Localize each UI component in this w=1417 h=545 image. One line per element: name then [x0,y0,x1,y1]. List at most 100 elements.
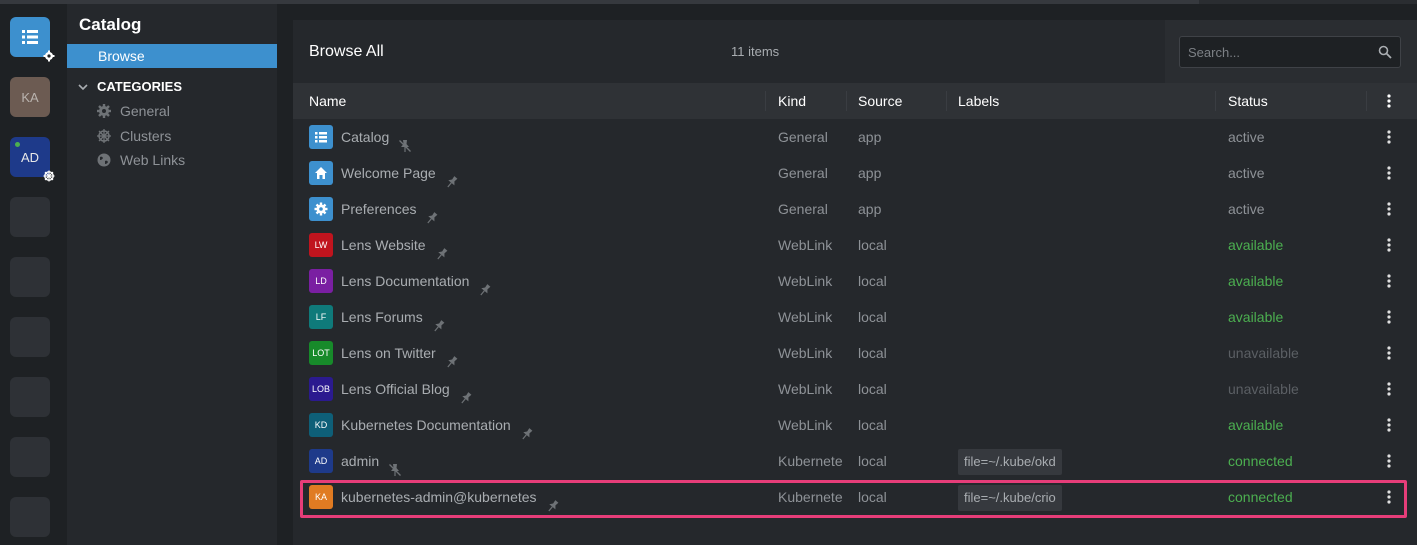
column-divider[interactable] [1366,91,1367,111]
name-cell: Kubernetes Documentation [341,407,534,443]
sidebar-item-general[interactable]: General [96,103,170,119]
sidebar-item-clusters[interactable]: Clusters [96,128,171,144]
avatar-label: LW [314,240,328,250]
top-bar-segment [1199,0,1417,4]
entity-name: Lens on Twitter [341,345,436,361]
row-menu-icon[interactable] [1383,237,1395,253]
row-menu-icon[interactable] [1383,201,1395,217]
column-header-status[interactable]: Status [1228,83,1268,119]
row-menu-icon[interactable] [1383,489,1395,505]
entity-name: admin [341,453,380,469]
source-cell: local [858,417,887,433]
sidebar-item-browse[interactable]: Browse [67,44,277,68]
hotbar-empty-slot[interactable] [10,317,50,357]
entity-avatar: LF [309,305,333,329]
table-row[interactable]: LD Lens Documentation WebLink local availabl… [293,263,1417,299]
entity-name: Lens Website [341,237,426,253]
source-cell: local [858,273,887,289]
entity-avatar: AD [309,449,333,473]
column-divider[interactable] [765,91,766,111]
table-row[interactable]: KA kubernetes-admin@kubernetes Kubernete lo… [293,479,1417,515]
unpin-icon[interactable] [388,454,402,476]
name-cell: kubernetes-admin@kubernetes [341,479,560,515]
pin-icon[interactable] [445,166,459,188]
column-header-source[interactable]: Source [858,83,902,119]
search-input[interactable] [1188,37,1368,67]
hotbar-empty-slot[interactable] [10,377,50,417]
labels-cell [958,227,1215,263]
kind-cell: General [778,129,828,145]
main-header: Browse All 11 items [293,20,1165,83]
hotbar-catalog[interactable] [10,17,55,62]
row-menu-icon[interactable] [1383,309,1395,325]
table-row[interactable]: AD admin Kubernete local file=~/.kube/okd con… [293,443,1417,479]
pin-icon[interactable] [445,346,459,368]
labels-cell: file=~/.kube/okd [958,443,1215,479]
item-count: 11 items [731,44,780,59]
name-cell: Lens on Twitter [341,335,459,371]
table-row[interactable]: Catalog General app active [293,119,1417,155]
table-row[interactable]: LOB Lens Official Blog WebLink local unavail… [293,371,1417,407]
pin-icon[interactable] [459,382,473,404]
hotbar-empty-slot[interactable] [10,197,50,237]
pin-icon[interactable] [478,274,492,296]
unpin-icon[interactable] [398,130,412,152]
kind-cell: General [778,201,828,217]
row-menu-icon[interactable] [1383,129,1395,145]
row-menu-icon[interactable] [1383,453,1395,469]
table-row[interactable]: LW Lens Website WebLink local available [293,227,1417,263]
hotbar-cluster-ka[interactable]: KA [10,77,50,117]
pin-icon[interactable] [435,238,449,260]
row-menu-icon[interactable] [1383,381,1395,397]
pin-icon[interactable] [432,310,446,332]
categories-toggle[interactable]: CATEGORIES [77,79,182,94]
sidebar-item-label: General [120,103,170,119]
table-row[interactable]: KD Kubernetes Documentation WebLink local av… [293,407,1417,443]
sidebar-item-web-links[interactable]: Web Links [96,152,185,168]
avatar-label: KD [314,420,328,430]
table-row[interactable]: Welcome Page General app active [293,155,1417,191]
table-row[interactable]: LF Lens Forums WebLink local available [293,299,1417,335]
connected-dot [15,142,20,147]
avatar-label: LOT [312,348,330,358]
catalog-sidebar: Catalog Browse CATEGORIES General Cluste… [67,4,277,545]
labels-cell [958,299,1215,335]
row-menu-icon[interactable] [1383,273,1395,289]
avatar-label: LF [315,312,327,322]
search-icon[interactable] [1378,45,1392,59]
search-zone [1165,20,1417,83]
gear-icon [42,49,56,63]
kind-cell: WebLink [778,381,833,397]
kind-cell: WebLink [778,345,833,361]
gear-icon [97,104,111,118]
globe-icon [97,153,111,167]
column-divider[interactable] [946,91,947,111]
column-header-labels[interactable]: Labels [958,83,999,119]
name-cell: Catalog [341,119,412,155]
column-divider[interactable] [846,91,847,111]
hotbar-empty-slot[interactable] [10,497,50,537]
hotbar-empty-slot[interactable] [10,257,50,297]
labels-cell [958,191,1215,227]
row-menu-icon[interactable] [1383,345,1395,361]
column-header-kind[interactable]: Kind [778,83,806,119]
pin-icon[interactable] [546,490,560,512]
column-menu-icon[interactable] [1383,93,1395,109]
entity-name: Lens Documentation [341,273,470,289]
hotbar-cluster-ad[interactable]: AD [10,137,55,182]
pin-icon[interactable] [520,418,534,440]
source-cell: local [858,453,887,469]
table-row[interactable]: Preferences General app active [293,191,1417,227]
row-menu-icon[interactable] [1383,165,1395,181]
name-cell: Lens Website [341,227,449,263]
entity-name: kubernetes-admin@kubernetes [341,489,537,505]
column-divider[interactable] [1215,91,1216,111]
status-cell: available [1228,237,1284,253]
table-row[interactable]: LOT Lens on Twitter WebLink local unavailabl… [293,335,1417,371]
source-cell: app [858,165,882,181]
pin-icon[interactable] [425,202,439,224]
column-header-name[interactable]: Name [309,83,346,119]
status-cell: unavailable [1228,345,1299,361]
hotbar-empty-slot[interactable] [10,437,50,477]
row-menu-icon[interactable] [1383,417,1395,433]
